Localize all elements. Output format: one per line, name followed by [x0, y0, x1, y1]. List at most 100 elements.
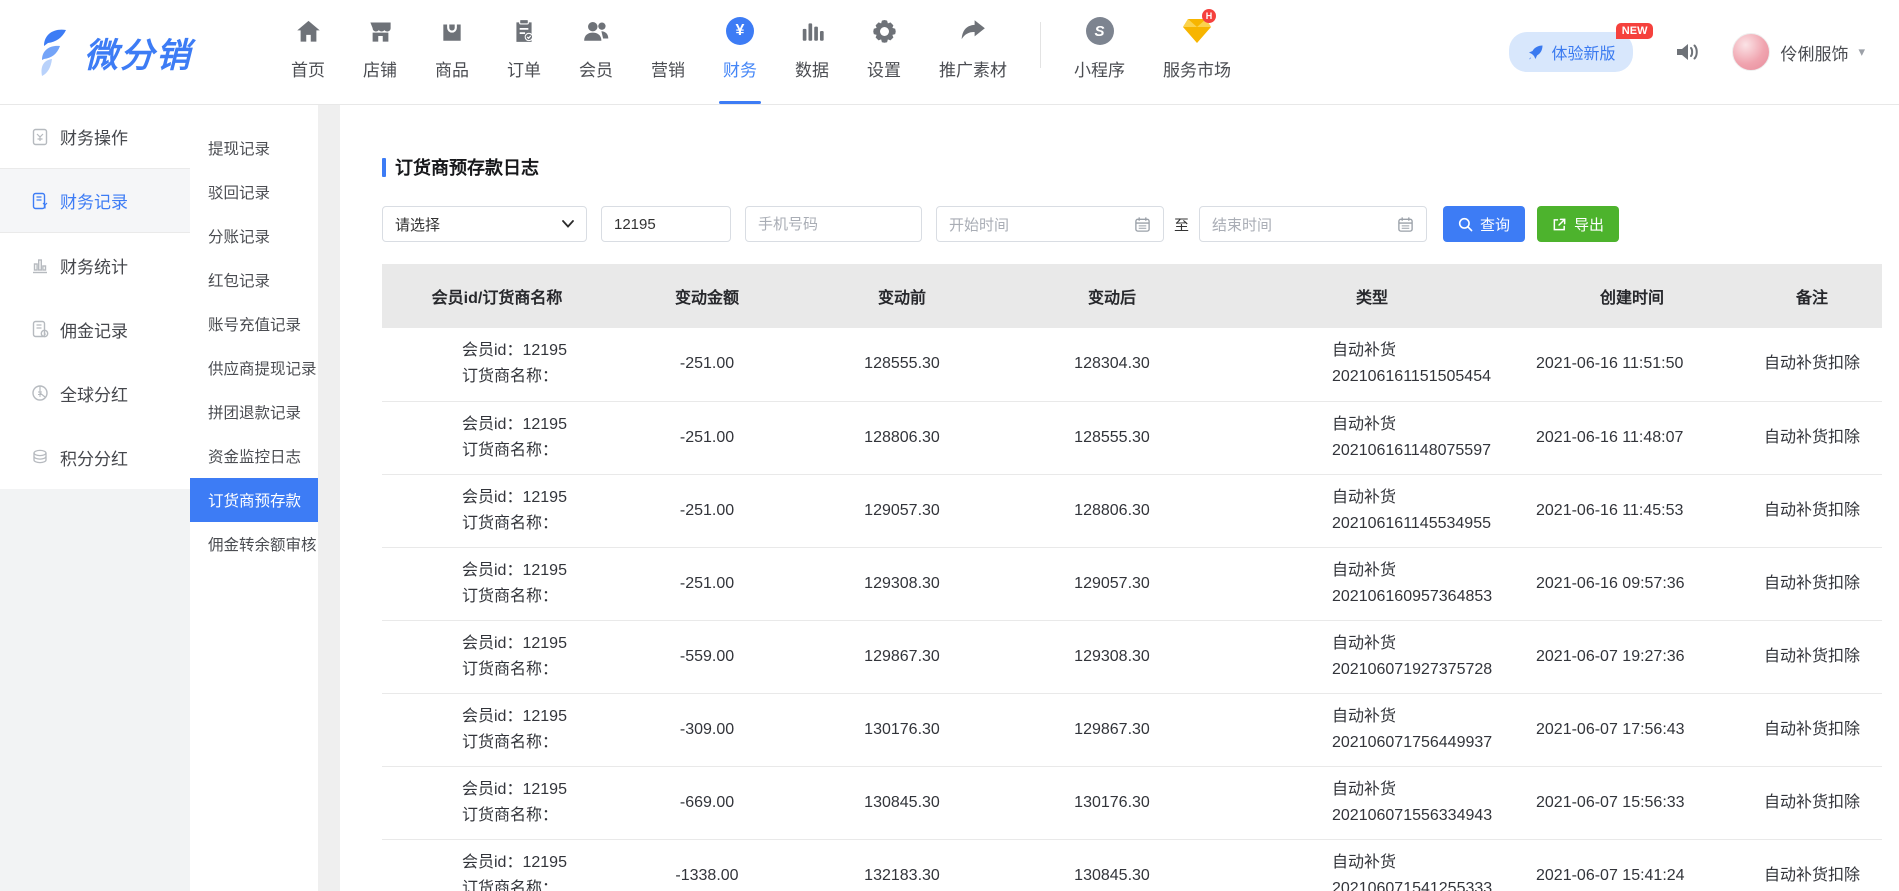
nav-item-members[interactable]: 会员 — [560, 0, 632, 104]
nav-item-goods[interactable]: 商品 — [416, 0, 488, 104]
cell-after: 128304.30 — [1002, 328, 1222, 401]
col-header-after: 变动后 — [1002, 264, 1222, 328]
submenu-reject-records[interactable]: 驳回记录 — [190, 170, 318, 214]
sidebar-item-points-dividend[interactable]: 积分分红 — [0, 425, 190, 489]
account-menu[interactable]: 伶俐服饰 ▾ — [1732, 33, 1865, 71]
search-button[interactable]: 查询 — [1443, 206, 1525, 242]
table-header-row: 会员id/订货商名称 变动金额 变动前 变动后 类型 创建时间 备注 — [382, 264, 1882, 328]
service-market-h-badge: H — [1202, 9, 1216, 23]
table-body: 会员id：12195订货商名称： -251.00 128555.30 12830… — [382, 328, 1882, 891]
search-icon — [1458, 217, 1473, 232]
data-icon — [799, 14, 826, 48]
layout-gap — [318, 105, 340, 891]
finance-records-icon — [30, 191, 49, 210]
sidebar-item-global-dividend[interactable]: 全球分红 — [0, 361, 190, 425]
members-icon — [582, 14, 610, 48]
miniprogram-icon: S — [1086, 14, 1114, 48]
date-range-to-label: 至 — [1174, 214, 1189, 235]
page-title: 订货商预存款日志 — [382, 154, 1868, 180]
points-dividend-icon — [30, 448, 49, 467]
submenu-split-records[interactable]: 分账记录 — [190, 214, 318, 258]
table-row: 会员id：12195订货商名称： -669.00 130845.30 13017… — [382, 766, 1882, 839]
submenu-supplier-withdraw[interactable]: 供应商提现记录 — [190, 346, 318, 390]
col-header-type: 类型 — [1222, 264, 1522, 328]
promo-share-icon — [959, 14, 987, 48]
rocket-icon — [1527, 44, 1544, 61]
sidebar-item-commission-records[interactable]: 佣金记录 — [0, 297, 190, 361]
submenu-commission-to-balance[interactable]: 佣金转余额审核 — [190, 522, 318, 566]
goods-icon — [439, 14, 465, 48]
speaker-icon[interactable] — [1675, 40, 1702, 64]
start-time-picker[interactable]: 开始时间 — [936, 206, 1164, 242]
submenu-supplier-prepay[interactable]: 订货商预存款 — [190, 478, 318, 522]
finance-stats-icon — [30, 256, 49, 275]
commission-records-icon — [30, 320, 49, 339]
nav-item-home[interactable]: 首页 — [272, 0, 344, 104]
calendar-icon — [1134, 216, 1151, 233]
table-row: 会员id：12195订货商名称： -251.00 128555.30 12830… — [382, 328, 1882, 401]
sidebar-item-finance-stats[interactable]: 财务统计 — [0, 233, 190, 297]
title-accent-bar — [382, 158, 386, 177]
try-new-version-button[interactable]: 体验新版 NEW — [1509, 32, 1633, 72]
settings-icon — [871, 14, 898, 48]
calendar-icon — [1397, 216, 1414, 233]
col-header-before: 变动前 — [802, 264, 1002, 328]
nav-item-data[interactable]: 数据 — [776, 0, 848, 104]
prepay-log-table: 会员id/订货商名称 变动金额 变动前 变动后 类型 创建时间 备注 会员id：… — [382, 264, 1882, 891]
sidebar-primary: 财务操作 财务记录 财务统计 佣金记录 全球分红 — [0, 105, 190, 891]
nav-item-finance[interactable]: ¥ 财务 — [704, 0, 776, 104]
col-header-remark: 备注 — [1742, 264, 1882, 328]
nav-item-marketing[interactable]: 营销 — [632, 0, 704, 104]
member-id-field-wrap — [601, 206, 731, 242]
nav-divider — [1040, 22, 1041, 68]
nav-item-settings[interactable]: 设置 — [848, 0, 920, 104]
submenu-redpacket-records[interactable]: 红包记录 — [190, 258, 318, 302]
cell-created: 2021-06-16 11:51:50 — [1522, 328, 1742, 401]
cell-amount: -251.00 — [612, 328, 802, 401]
sidebar-secondary: 提现记录 驳回记录 分账记录 红包记录 账号充值记录 供应商提现记录 拼团退款记… — [190, 105, 318, 891]
brand-logo-text: 微分销 — [84, 28, 192, 77]
cell-before: 128555.30 — [802, 328, 1002, 401]
finance-ops-icon — [30, 127, 49, 146]
top-header: 微分销 首页 店铺 商品 订单 — [0, 0, 1899, 105]
col-header-amount: 变动金额 — [612, 264, 802, 328]
select-chevron-icon — [562, 220, 574, 228]
col-header-member: 会员id/订货商名称 — [382, 264, 612, 328]
table-row: 会员id：12195订货商名称： -559.00 129867.30 12930… — [382, 620, 1882, 693]
phone-input[interactable] — [758, 216, 909, 233]
table-row: 会员id：12195订货商名称： -251.00 129308.30 12905… — [382, 547, 1882, 620]
table-row: 会员id：12195订货商名称： -251.00 128806.30 12855… — [382, 401, 1882, 474]
table-row: 会员id：12195订货商名称： -251.00 129057.30 12880… — [382, 474, 1882, 547]
main-content: 订货商预存款日志 请选择 开始时间 至 结束时间 — [340, 105, 1899, 891]
col-header-created: 创建时间 — [1522, 264, 1742, 328]
account-name: 伶俐服饰 — [1780, 40, 1848, 65]
submenu-group-refund[interactable]: 拼团退款记录 — [190, 390, 318, 434]
nav-item-shop[interactable]: 店铺 — [344, 0, 416, 104]
export-button[interactable]: 导出 — [1537, 206, 1619, 242]
filter-bar: 请选择 开始时间 至 结束时间 查询 — [382, 206, 1868, 242]
type-select[interactable]: 请选择 — [382, 206, 587, 242]
submenu-fund-monitor-log[interactable]: 资金监控日志 — [190, 434, 318, 478]
home-icon — [295, 14, 322, 48]
top-nav: 首页 店铺 商品 订单 会员 — [272, 0, 1250, 104]
header-right: 体验新版 NEW 伶俐服饰 ▾ — [1509, 32, 1865, 72]
nav-item-service-market[interactable]: H 服务市场 — [1144, 0, 1250, 104]
submenu-recharge-records[interactable]: 账号充值记录 — [190, 302, 318, 346]
brand-logo[interactable]: 微分销 — [34, 26, 244, 78]
nav-item-orders[interactable]: 订单 — [488, 0, 560, 104]
shop-icon — [367, 14, 394, 48]
sidebar-item-finance-records[interactable]: 财务记录 — [0, 169, 190, 233]
sidebar-item-finance-ops[interactable]: 财务操作 — [0, 105, 190, 169]
end-time-picker[interactable]: 结束时间 — [1199, 206, 1427, 242]
finance-icon: ¥ — [726, 14, 754, 48]
marketing-icon — [655, 14, 681, 48]
nav-item-miniprogram[interactable]: S 小程序 — [1055, 0, 1144, 104]
service-market-icon: H — [1182, 14, 1212, 48]
cell-remark: 自动补货扣除 — [1742, 328, 1882, 401]
nav-item-promo[interactable]: 推广素材 — [920, 0, 1026, 104]
table-row: 会员id：12195订货商名称： -309.00 130176.30 12986… — [382, 693, 1882, 766]
new-badge: NEW — [1616, 23, 1654, 39]
table-row: 会员id：12195订货商名称： -1338.00 132183.30 1308… — [382, 839, 1882, 891]
member-id-input[interactable] — [614, 216, 718, 233]
submenu-withdraw-records[interactable]: 提现记录 — [190, 126, 318, 170]
